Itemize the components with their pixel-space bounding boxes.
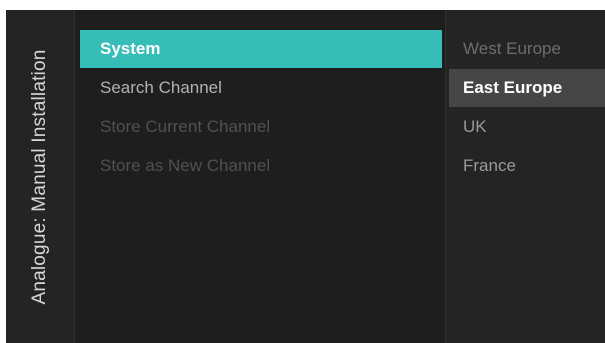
title-panel: Analogue: Manual Installation <box>6 10 75 343</box>
options-list: West Europe East Europe UK France <box>445 10 605 343</box>
option-east-europe[interactable]: East Europe <box>449 69 605 107</box>
option-west-europe[interactable]: West Europe <box>449 30 605 68</box>
menu-item-store-current-channel[interactable]: Store Current Channel <box>80 108 442 146</box>
menu-item-search-channel[interactable]: Search Channel <box>80 69 442 107</box>
panel-title: Analogue: Manual Installation <box>29 49 50 305</box>
option-uk[interactable]: UK <box>449 108 605 146</box>
menu-item-system[interactable]: System <box>80 30 442 68</box>
menu-item-store-as-new-channel[interactable]: Store as New Channel <box>80 147 442 185</box>
option-france[interactable]: France <box>449 147 605 185</box>
tv-menu-screen: Analogue: Manual Installation System Sea… <box>6 10 605 343</box>
menu-list: System Search Channel Store Current Chan… <box>75 10 445 343</box>
